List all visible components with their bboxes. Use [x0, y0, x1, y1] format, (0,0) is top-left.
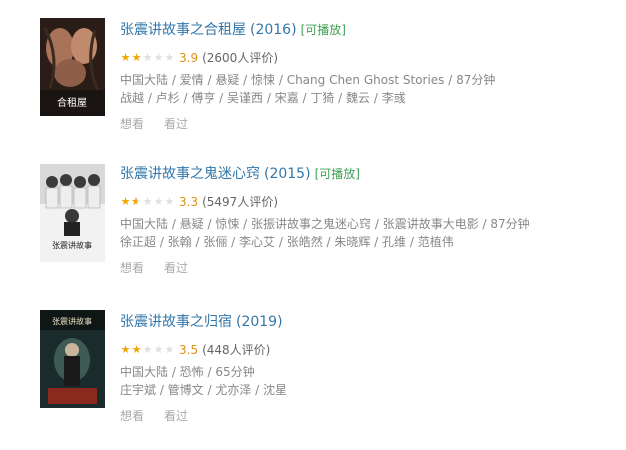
meta-info: 中国大陆 / 恐怖 / 65分钟: [120, 365, 255, 379]
rating-stars: ★★★★★: [120, 193, 175, 211]
star-icon: ★: [131, 50, 142, 64]
list-item: 张震讲故事 张震讲故事之归宿 (2019) ★★★★★ 3.5 (448人评价) 中国…: [0, 310, 626, 450]
poster-image: 合租屋: [40, 18, 105, 116]
movie-poster[interactable]: 张震讲故事: [40, 310, 105, 408]
poster-image: 张震讲故事: [40, 310, 105, 408]
playable-badge[interactable]: [可播放]: [315, 167, 360, 181]
star-icon: ★: [153, 194, 164, 208]
star-icon: ★: [131, 342, 142, 356]
meta-info: 中国大陆 / 悬疑 / 惊悚 / 张振讲故事之鬼迷心窍 / 张震讲故事大电影 /…: [120, 217, 530, 231]
star-icon: ★: [120, 194, 131, 208]
star-icon: ★: [164, 194, 175, 208]
movie-year: (2019): [236, 314, 283, 330]
star-icon: ★: [142, 50, 153, 64]
poster-image: 张震讲故事: [40, 164, 105, 262]
rating-stars: ★★★★★: [120, 49, 175, 67]
title-row: 张震讲故事之归宿 (2019): [120, 310, 283, 332]
rating-votes: (2600人评价): [202, 51, 278, 65]
poster-title: 张震讲故事: [52, 316, 92, 326]
want-to-watch-button[interactable]: 想看: [120, 117, 144, 131]
star-icon: ★: [120, 342, 131, 356]
star-icon: ★: [142, 194, 153, 208]
movie-title-link[interactable]: 张震讲故事之合租屋: [120, 22, 246, 38]
rating-score: 3.3: [179, 195, 199, 209]
list-item: 张震讲故事 张震讲故事之鬼迷心窍(2015)[可播放] ★★★★★3.3(549…: [0, 162, 626, 302]
want-to-watch-button[interactable]: 想看: [120, 409, 144, 423]
star-icon: ★: [142, 342, 153, 356]
want-to-watch-button[interactable]: 想看: [120, 261, 144, 275]
star-icon: ★: [131, 193, 142, 211]
watched-button[interactable]: 看过: [164, 117, 188, 131]
movie-year: (2016): [250, 22, 297, 38]
cast-info: 战越 / 卢杉 / 傅亨 / 吴谨西 / 宋嘉 / 丁猗 / 魏云 / 李彧: [120, 91, 406, 105]
star-icon: ★: [120, 50, 131, 64]
rating-stars: ★★★★★: [120, 341, 175, 359]
star-icon: ★: [164, 50, 175, 64]
cast-info: 庄宇斌 / 管博文 / 尤亦泽 / 沈星: [120, 383, 288, 397]
rating-row: ★★★★★3.3(5497人评价): [120, 192, 278, 211]
search-results: 合租屋 张震讲故事之合租屋 (2016) [可播放] ★★★★★ 3.9 (2600人评…: [0, 0, 626, 434]
star-icon: ★: [153, 50, 164, 64]
action-links: 想看 看过: [120, 407, 208, 424]
rating-row: ★★★★★ 3.9 (2600人评价): [120, 48, 278, 66]
movie-poster[interactable]: 合租屋: [40, 18, 105, 116]
title-row: 张震讲故事之鬼迷心窍 (2015) [可播放]: [120, 162, 360, 184]
title-row: 张震讲故事之合租屋 (2016) [可播放]: [120, 18, 346, 40]
rating-score: 3.5: [179, 343, 199, 357]
poster-title: 张震讲故事: [52, 240, 92, 250]
action-links: 想看 看过: [120, 259, 208, 276]
movie-title-link[interactable]: 张震讲故事之归宿: [120, 314, 232, 330]
movie-title-link[interactable]: 张震讲故事之鬼迷心窍: [120, 166, 260, 182]
watched-button[interactable]: 看过: [164, 409, 188, 423]
list-item: 合租屋 张震讲故事之合租屋 (2016) [可播放] ★★★★★ 3.9 (2600人评…: [0, 18, 626, 158]
meta-info: 中国大陆 / 爱情 / 悬疑 / 惊悚 / Chang Chen Ghost S…: [120, 73, 496, 87]
star-icon: ★: [153, 342, 164, 356]
poster-title: 合租屋: [57, 96, 87, 109]
watched-button[interactable]: 看过: [164, 261, 188, 275]
rating-votes: (5497人评价): [202, 195, 278, 209]
action-links: 想看 看过: [120, 115, 208, 132]
rating-votes: (448人评价): [202, 343, 271, 357]
star-icon: ★: [164, 342, 175, 356]
cast-info: 徐正超 / 张翰 / 张俪 / 李心艾 / 张皓然 / 朱晓辉 / 孔维 / 范…: [120, 235, 454, 249]
rating-score: 3.9: [179, 51, 199, 65]
movie-poster[interactable]: 张震讲故事: [40, 164, 105, 262]
rating-row: ★★★★★ 3.5 (448人评价): [120, 340, 271, 359]
playable-badge[interactable]: [可播放]: [301, 23, 346, 37]
movie-year: (2015): [264, 166, 311, 182]
